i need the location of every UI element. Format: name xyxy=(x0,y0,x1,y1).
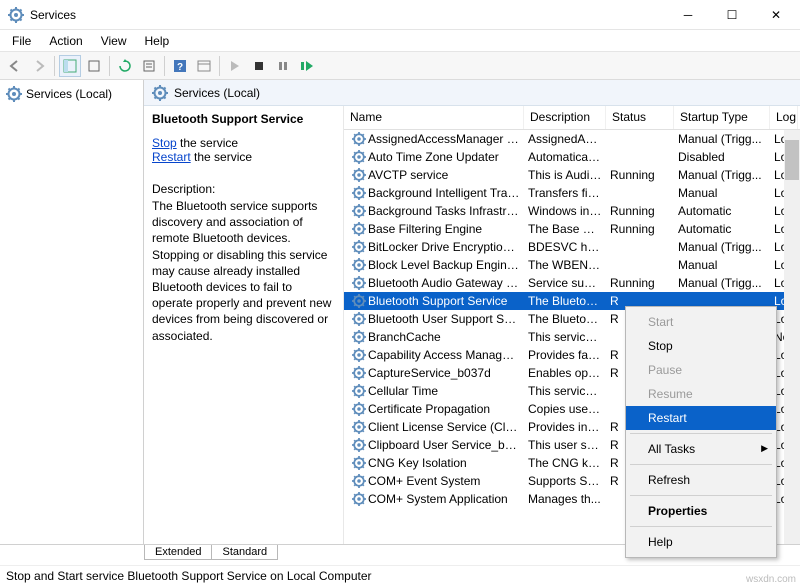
close-button[interactable]: ✕ xyxy=(754,1,798,29)
gear-icon xyxy=(352,222,366,236)
status-bar: Stop and Start service Bluetooth Support… xyxy=(0,565,800,586)
menu-view[interactable]: View xyxy=(93,33,135,49)
help-button[interactable]: ? xyxy=(169,55,191,77)
menu-file[interactable]: File xyxy=(4,33,39,49)
context-menu: Start Stop Pause Resume Restart All Task… xyxy=(625,306,777,558)
vertical-scrollbar[interactable] xyxy=(784,130,800,544)
table-row[interactable]: BitLocker Drive Encryption S...BDESVC ho… xyxy=(344,238,800,256)
forward-button[interactable] xyxy=(28,55,50,77)
gear-icon xyxy=(352,204,366,218)
description-body: The Bluetooth service supports discovery… xyxy=(152,198,335,344)
ctx-properties[interactable]: Properties xyxy=(626,499,776,523)
restart-link[interactable]: Restart xyxy=(152,150,191,164)
gear-icon xyxy=(352,366,366,380)
menu-bar: File Action View Help xyxy=(0,30,800,52)
tab-extended[interactable]: Extended xyxy=(144,545,212,560)
svg-text:?: ? xyxy=(177,62,183,73)
watermark: wsxdn.com xyxy=(746,574,796,585)
back-button[interactable] xyxy=(4,55,26,77)
table-row[interactable]: Block Level Backup Engine S...The WBENGI… xyxy=(344,256,800,274)
detail-pane: Bluetooth Support Service Stop the servi… xyxy=(144,106,344,544)
window-title: Services xyxy=(30,8,666,22)
pause-service-button[interactable] xyxy=(272,55,294,77)
gear-icon xyxy=(352,132,366,146)
table-row[interactable]: Background Tasks Infrastruc...Windows in… xyxy=(344,202,800,220)
col-name[interactable]: Name xyxy=(344,106,524,129)
show-tree-button[interactable] xyxy=(59,55,81,77)
menu-help[interactable]: Help xyxy=(137,33,178,49)
minimize-button[interactable]: ─ xyxy=(666,1,710,29)
table-row[interactable]: Bluetooth Audio Gateway Se...Service sup… xyxy=(344,274,800,292)
pane-header: Services (Local) xyxy=(144,80,800,106)
gear-icon xyxy=(352,168,366,182)
gear-icon xyxy=(352,474,366,488)
col-status[interactable]: Status xyxy=(606,106,674,129)
ctx-pause: Pause xyxy=(626,358,776,382)
ctx-restart[interactable]: Restart xyxy=(626,406,776,430)
ctx-resume: Resume xyxy=(626,382,776,406)
app-icon xyxy=(8,7,24,23)
column-headers: Name Description Status Startup Type Log… xyxy=(344,106,800,130)
ctx-help[interactable]: Help xyxy=(626,530,776,554)
header-icon xyxy=(152,85,168,101)
tree-node-services-local[interactable]: Services (Local) xyxy=(2,84,141,104)
gear-icon xyxy=(352,312,366,326)
gear-icon xyxy=(352,330,366,344)
col-logon[interactable]: Log On As xyxy=(770,106,798,129)
gear-icon xyxy=(352,186,366,200)
table-row[interactable]: Auto Time Zone UpdaterAutomaticall...Dis… xyxy=(344,148,800,166)
ctx-start: Start xyxy=(626,310,776,334)
restart-service-button[interactable] xyxy=(296,55,318,77)
gear-icon xyxy=(352,294,366,308)
gear-icon xyxy=(352,420,366,434)
gear-icon xyxy=(352,348,366,362)
gear-icon xyxy=(352,240,366,254)
maximize-button[interactable]: ☐ xyxy=(710,1,754,29)
detail-title: Bluetooth Support Service xyxy=(152,112,335,126)
gear-icon xyxy=(352,456,366,470)
col-startup-type[interactable]: Startup Type xyxy=(674,106,770,129)
stop-service-button[interactable] xyxy=(248,55,270,77)
submenu-arrow-icon: ▶ xyxy=(761,443,768,454)
gear-icon xyxy=(352,258,366,272)
table-row[interactable]: AssignedAccessManager Ser...AssignedAcc.… xyxy=(344,130,800,148)
tab-standard[interactable]: Standard xyxy=(212,545,278,560)
menu-action[interactable]: Action xyxy=(41,33,90,49)
tree-pane: Services (Local) xyxy=(0,80,144,544)
options-button[interactable] xyxy=(193,55,215,77)
table-row[interactable]: Background Intelligent Trans...Transfers… xyxy=(344,184,800,202)
pane-header-title: Services (Local) xyxy=(174,86,260,100)
description-label: Description: xyxy=(152,182,335,196)
ctx-stop[interactable]: Stop xyxy=(626,334,776,358)
export-button[interactable] xyxy=(83,55,105,77)
tree-node-label: Services (Local) xyxy=(26,87,112,101)
gear-icon xyxy=(352,438,366,452)
ctx-all-tasks[interactable]: All Tasks▶ xyxy=(626,437,776,461)
gear-icon xyxy=(352,276,366,290)
title-bar: Services ─ ☐ ✕ xyxy=(0,0,800,30)
properties-button[interactable] xyxy=(138,55,160,77)
gear-icon xyxy=(352,384,366,398)
toolbar: ? xyxy=(0,52,800,80)
table-row[interactable]: Base Filtering EngineThe Base Filt...Run… xyxy=(344,220,800,238)
gear-icon xyxy=(352,492,366,506)
refresh-button[interactable] xyxy=(114,55,136,77)
stop-link[interactable]: Stop xyxy=(152,136,177,150)
gear-icon xyxy=(352,402,366,416)
gear-icon xyxy=(352,150,366,164)
start-service-button[interactable] xyxy=(224,55,246,77)
table-row[interactable]: AVCTP serviceThis is Audio...RunningManu… xyxy=(344,166,800,184)
col-description[interactable]: Description xyxy=(524,106,606,129)
ctx-refresh[interactable]: Refresh xyxy=(626,468,776,492)
